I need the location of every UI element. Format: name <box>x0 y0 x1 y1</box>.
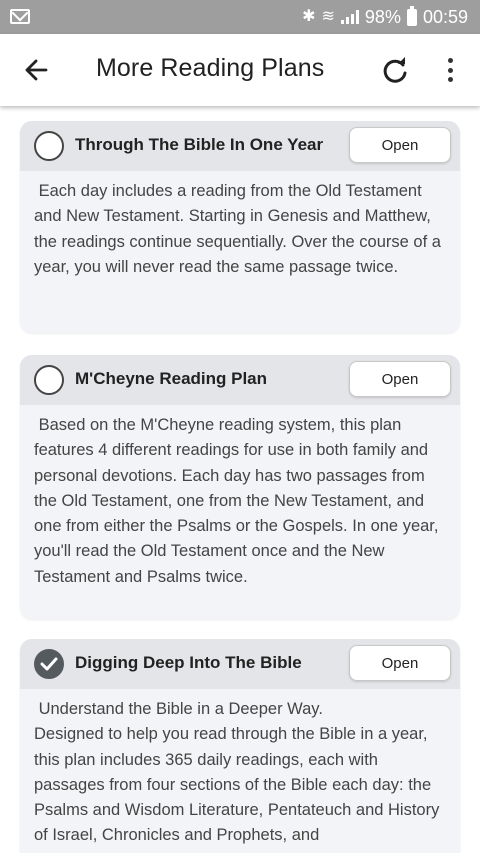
checkmark-icon <box>40 657 58 671</box>
plan-title: Digging Deep Into The Bible <box>75 653 302 672</box>
plan-header: Digging Deep Into The Bible Open <box>20 639 460 689</box>
plan-card: M'Cheyne Reading Plan Open Based on the … <box>20 355 460 619</box>
page-title: More Reading Plans <box>96 54 325 82</box>
plan-radio-checked[interactable] <box>34 649 64 679</box>
battery-icon <box>406 5 417 26</box>
open-button[interactable]: Open <box>349 127 451 163</box>
app-bar: More Reading Plans <box>0 34 480 106</box>
plan-radio[interactable] <box>34 131 64 161</box>
wifi-icon: ≋ <box>321 8 335 25</box>
plan-title: M'Cheyne Reading Plan <box>75 369 268 388</box>
plan-description: Understand the Bible in a Deeper Way. De… <box>34 700 440 845</box>
more-vertical-icon <box>447 58 453 63</box>
plan-radio[interactable] <box>34 365 64 395</box>
refresh-icon <box>383 57 407 83</box>
more-options-button[interactable] <box>440 56 460 84</box>
plan-card: Through The Bible In One Year Open Each … <box>20 121 460 333</box>
open-button[interactable]: Open <box>349 361 451 397</box>
status-left <box>10 9 30 24</box>
status-right: ✱ ≋ 98% 00:59 <box>302 5 468 28</box>
plan-card: Digging Deep Into The Bible Open Underst… <box>20 639 460 853</box>
plan-header: Through The Bible In One Year Open <box>20 121 460 171</box>
bluetooth-icon: ✱ <box>302 8 316 25</box>
plan-description: Based on the M'Cheyne reading system, th… <box>34 416 444 586</box>
open-button[interactable]: Open <box>349 645 451 681</box>
mail-icon <box>10 9 30 24</box>
plans-list[interactable]: Through The Bible In One Year Open Each … <box>0 106 480 853</box>
plan-header: M'Cheyne Reading Plan Open <box>20 355 460 405</box>
refresh-button[interactable] <box>378 54 412 88</box>
plan-title: Through The Bible In One Year <box>75 135 324 154</box>
signal-icon <box>340 10 359 24</box>
status-bar: ✱ ≋ 98% 00:59 <box>0 0 480 34</box>
battery-percent: 98% <box>364 6 401 27</box>
clock: 00:59 <box>422 6 468 27</box>
arrow-left-icon <box>25 59 48 81</box>
back-button[interactable] <box>18 52 58 88</box>
plan-description: Each day includes a reading from the Old… <box>34 182 446 276</box>
